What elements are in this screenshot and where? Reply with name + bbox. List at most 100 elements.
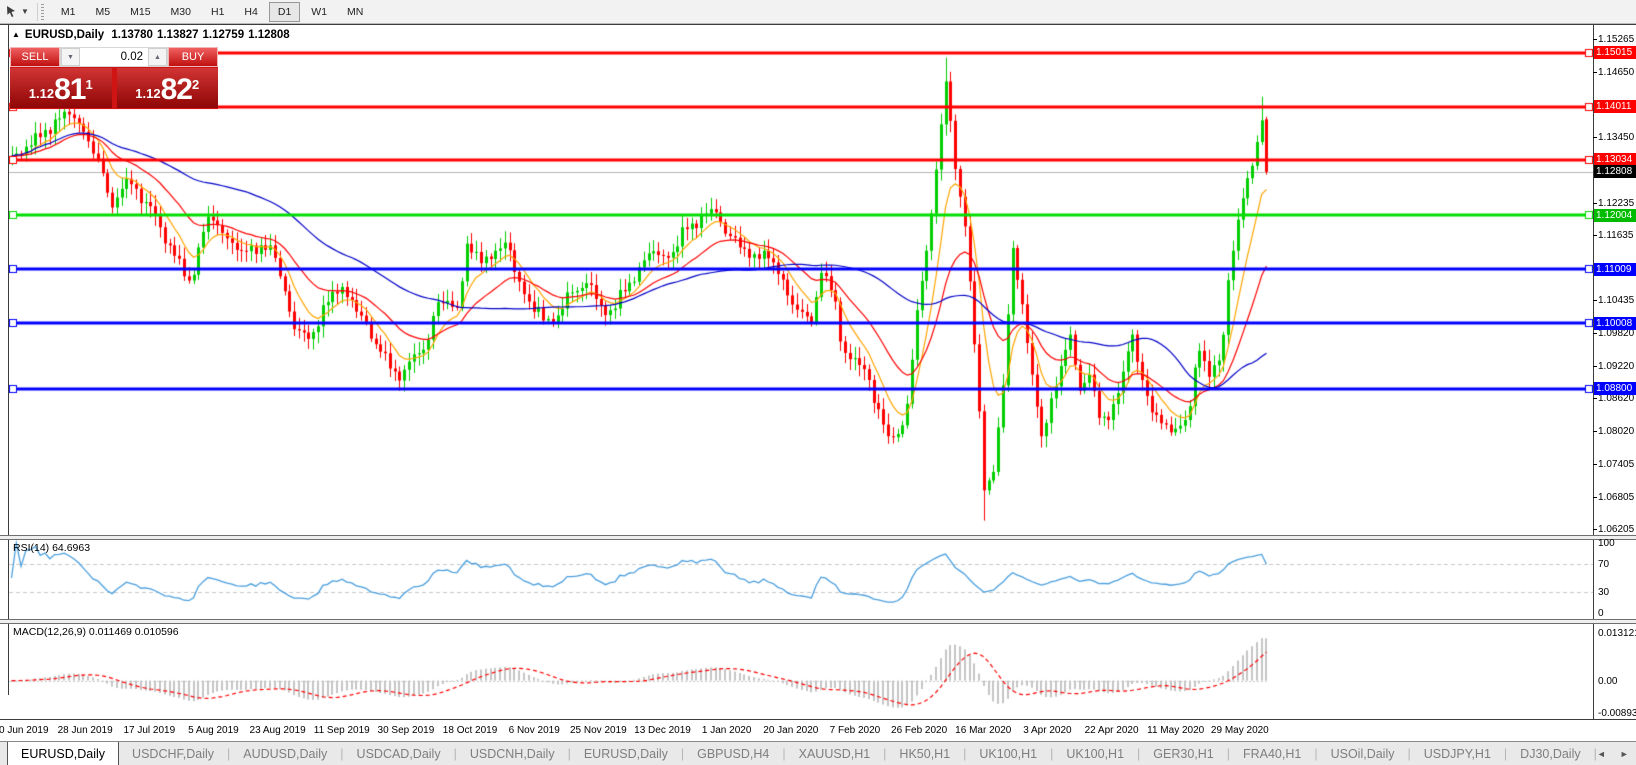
time-axis-label: 18 Oct 2019	[442, 725, 498, 736]
price-axis-label: 1.09220	[1598, 360, 1635, 372]
chart-tab-uk100-h1[interactable]: UK100,H1	[966, 742, 1050, 765]
price-axis-tickmark	[1593, 39, 1597, 40]
chart-tab-hk50-h1[interactable]: HK50,H1	[886, 742, 963, 765]
price-axis-label: 1.14650	[1598, 67, 1635, 79]
chart-tab-ger30-h1[interactable]: GER30,H1	[1140, 742, 1226, 765]
buy-price-prefix: 1.12	[135, 86, 161, 101]
quote-close: 1.12808	[248, 29, 290, 41]
price-axis-label: 1.09820	[1598, 328, 1635, 340]
price-axis-label: 1.11635	[1598, 230, 1634, 242]
price-level-badge: 1.13034	[1594, 153, 1636, 167]
price-axis-label: 1.06805	[1598, 491, 1635, 503]
time-axis-label: 26 Feb 2020	[891, 725, 948, 736]
price-axis-label: 1.13450	[1598, 132, 1635, 144]
macd-axis-label: -0.00893	[1598, 708, 1636, 719]
macd-axis-label: 0.013121	[1598, 628, 1636, 639]
price-axis-tickmark	[1593, 365, 1597, 367]
price-axis-tickmark	[1593, 202, 1597, 204]
time-axis-label: 25 Nov 2019	[569, 725, 627, 736]
timeframe-button-d1[interactable]: D1	[268, 1, 301, 22]
time-axis-label: 29 May 2020	[1210, 725, 1269, 736]
price-axis-label: 1.08020	[1598, 425, 1635, 437]
rsi-canvas[interactable]	[9, 538, 1593, 619]
chart-symbol-icon: ▲	[12, 30, 20, 39]
quote-high: 1.13827	[156, 29, 199, 41]
cursor-tool-icon[interactable]	[3, 4, 19, 20]
price-axis-tickmark	[1593, 300, 1597, 302]
price-level-badge: 1.15015	[1594, 46, 1636, 60]
macd-canvas[interactable]	[9, 622, 1593, 718]
timeframe-button-w1[interactable]: W1	[302, 2, 336, 22]
timeframe-button-m15[interactable]: M15	[121, 2, 159, 22]
chart-tab-eurusd-daily[interactable]: EURUSD,Daily	[571, 742, 681, 765]
time-axis-label: 22 Apr 2020	[1084, 725, 1139, 736]
rsi-label: RSI(14) 64.6963	[13, 542, 91, 554]
volume-decrease-button[interactable]: ▼	[61, 48, 80, 66]
timeframe-button-mn[interactable]: MN	[338, 2, 372, 22]
price-axis-tickmark	[1593, 496, 1597, 498]
price-axis-tickmark	[1593, 235, 1597, 237]
price-axis-tickmark	[1593, 529, 1597, 530]
price-axis-tickmark	[1593, 137, 1597, 139]
price-level-badge: 1.08800	[1594, 382, 1636, 396]
time-axis-label: 7 Feb 2020	[829, 725, 881, 736]
chart-tab-audusd-daily[interactable]: AUDUSD,Daily	[230, 742, 340, 765]
price-axis-tickmark	[1593, 430, 1597, 432]
tabs-scroll-right-icon[interactable]: ►	[1620, 749, 1629, 759]
time-axis-label: 17 Jul 2019	[123, 725, 176, 736]
time-axis-label: 1 Jan 2020	[701, 725, 752, 736]
timeframe-button-m1[interactable]: M1	[52, 2, 85, 22]
timeframe-button-m5[interactable]: M5	[87, 2, 120, 22]
chart-tab-xauusd-h1[interactable]: XAUUSD,H1	[786, 742, 884, 765]
chart-tab-usdcnh-daily[interactable]: USDCNH,Daily	[457, 742, 568, 765]
buy-button[interactable]: BUY	[168, 47, 218, 67]
buy-price-sup: 2	[191, 77, 200, 92]
chart-tab-uk100-h1[interactable]: UK100,H1	[1053, 742, 1137, 765]
macd-splitter[interactable]	[0, 619, 1636, 624]
price-axis-tickmark	[1593, 72, 1597, 74]
one-click-trading-panel: SELL ▼ ▲ BUY 1.12811 1.12822	[10, 47, 218, 109]
time-axis-label: 11 Sep 2019	[313, 725, 370, 736]
price-chart-canvas[interactable]	[9, 25, 1593, 535]
time-axis-label: 23 Aug 2019	[249, 725, 306, 736]
time-axis-label: 16 Mar 2020	[955, 725, 1012, 736]
sell-price-sup: 1	[85, 77, 93, 92]
sell-price-display[interactable]: 1.12 81 1	[10, 68, 112, 108]
chart-tab-dj30-daily[interactable]: DJ30,Daily	[1507, 742, 1593, 765]
price-axis-label: 1.15265	[1598, 34, 1635, 45]
chart-tab-fra40-h1[interactable]: FRA40,H1	[1230, 742, 1314, 765]
price-level-badge: 1.12004	[1594, 208, 1636, 222]
time-axis-label: 5 Aug 2019	[188, 725, 239, 736]
buy-price-display[interactable]: 1.12 82 2	[116, 68, 218, 108]
quote-low: 1.12759	[202, 29, 245, 41]
timeframe-button-h4[interactable]: H4	[235, 2, 266, 22]
timeframe-button-m30[interactable]: M30	[162, 2, 200, 22]
time-axis-label: 11 May 2020	[1147, 725, 1205, 736]
chart-tab-usdcad-daily[interactable]: USDCAD,Daily	[344, 742, 454, 765]
chart-tab-eurusd-daily[interactable]: EURUSD,Daily	[7, 742, 120, 765]
tabs-scroll-left-icon[interactable]: ◄	[1597, 749, 1606, 759]
chart-tab-usoil-daily[interactable]: USOil,Daily	[1318, 742, 1408, 765]
sell-button[interactable]: SELL	[10, 47, 60, 67]
buy-price-big: 82	[160, 73, 193, 106]
chart-tab-usdjpy-h1[interactable]: USDJPY,H1	[1411, 742, 1504, 765]
price-axis-tickmark	[1593, 333, 1597, 335]
time-axis-label: 30 Sep 2019	[377, 725, 435, 736]
price-axis-tickmark	[1593, 398, 1597, 400]
chart-tab-gbpusd-h4[interactable]: GBPUSD,H4	[684, 742, 782, 765]
price-axis-label: 1.06205	[1598, 524, 1635, 535]
timeframe-button-h1[interactable]: H1	[202, 2, 233, 22]
price-level-badge: 1.12808	[1594, 165, 1636, 179]
quote-open: 1.13780	[111, 29, 153, 41]
chart-tab-usdchf-daily[interactable]: USDCHF,Daily	[119, 742, 227, 765]
rsi-splitter[interactable]	[0, 535, 1636, 540]
rsi-axis-label: 100	[1598, 538, 1615, 549]
tool-dropdown-arrow[interactable]: ▼	[21, 7, 29, 16]
time-axis-label: 28 Jun 2019	[57, 725, 113, 736]
volume-increase-button[interactable]: ▲	[148, 48, 167, 66]
toolbar-grip	[36, 2, 45, 21]
timeframe-toolbar: ▼ M1 M5 M15 M30 H1 H4 D1 W1 MN	[0, 0, 1636, 24]
volume-input[interactable]	[80, 48, 148, 66]
time-axis[interactable]: 10 Jun 2019 28 Jun 2019 17 Jul 2019 5 Aug 2…	[0, 719, 1636, 743]
chart-symbol: EURUSD,Daily	[24, 29, 105, 41]
